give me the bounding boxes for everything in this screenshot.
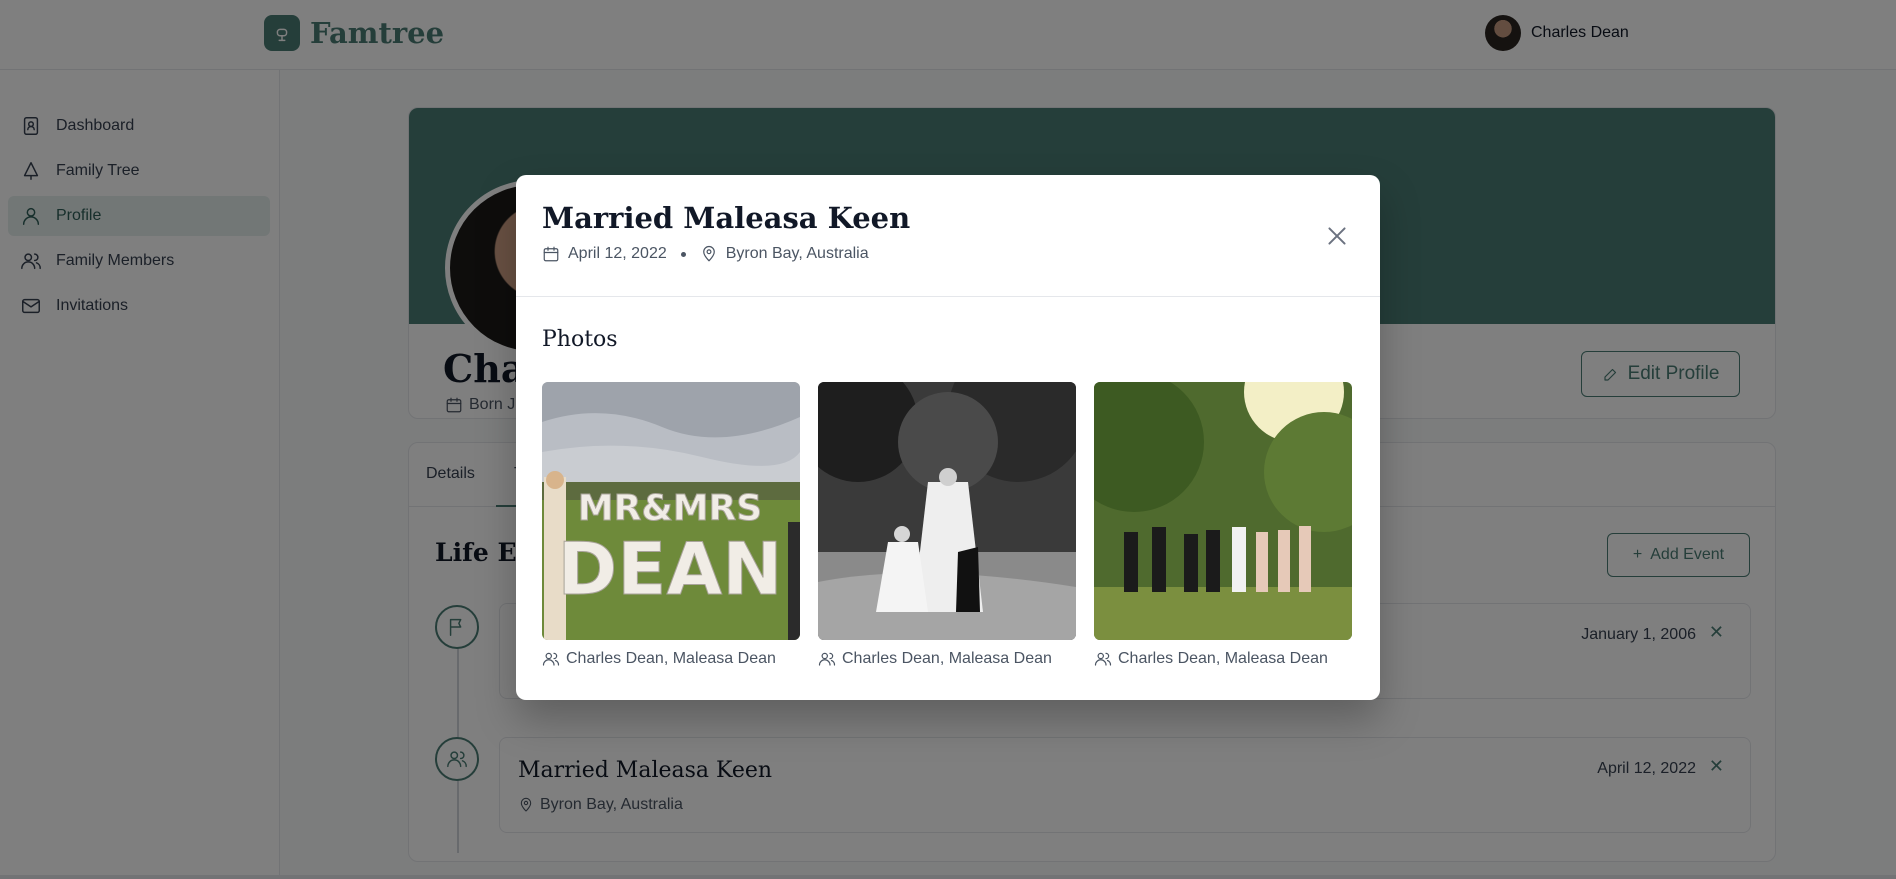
modal-divider	[516, 296, 1380, 297]
sign-line-2: DEAN	[558, 527, 783, 611]
users-icon	[818, 652, 836, 666]
photo-caption-text: Charles Dean, Maleasa Dean	[842, 650, 1052, 667]
photo-bridal-party[interactable]	[1094, 382, 1352, 640]
photo-caption: Charles Dean, Maleasa Dean	[818, 650, 1052, 668]
location-pin-icon	[702, 245, 715, 262]
photo-image	[818, 382, 1076, 640]
photos-heading: Photos	[542, 327, 618, 352]
modal-date: April 12, 2022	[568, 245, 667, 262]
sign-line-1: MR&MRS	[578, 488, 762, 529]
users-icon	[1094, 652, 1112, 666]
photo-bw[interactable]	[818, 382, 1076, 640]
modal-meta: April 12, 2022 Byron Bay, Australia	[542, 245, 869, 263]
event-modal: Married Maleasa Keen April 12, 2022 Byro…	[516, 175, 1380, 700]
modal-location: Byron Bay, Australia	[725, 245, 869, 262]
photo-caption: Charles Dean, Maleasa Dean	[1094, 650, 1328, 668]
users-icon	[542, 652, 560, 666]
photo-sign[interactable]: MR&MRS DEAN	[542, 382, 800, 640]
calendar-icon	[543, 246, 559, 262]
photo-image	[1094, 382, 1352, 640]
photo-image: MR&MRS DEAN	[542, 382, 800, 640]
photo-caption: Charles Dean, Maleasa Dean	[542, 650, 776, 668]
close-icon[interactable]	[1324, 223, 1350, 249]
separator-dot	[680, 251, 686, 257]
photo-caption-text: Charles Dean, Maleasa Dean	[566, 650, 776, 667]
modal-title: Married Maleasa Keen	[542, 201, 911, 235]
photo-caption-text: Charles Dean, Maleasa Dean	[1118, 650, 1328, 667]
